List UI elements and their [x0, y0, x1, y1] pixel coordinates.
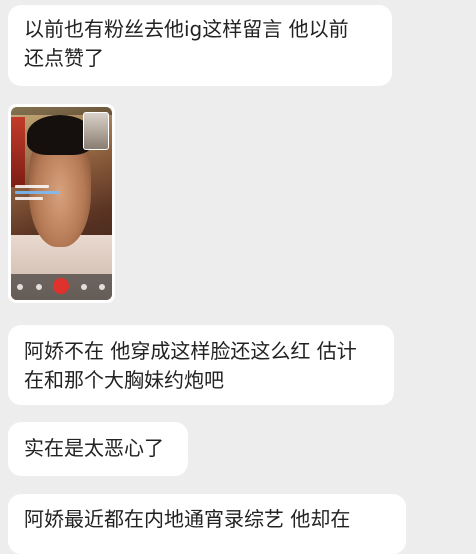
more-icon: [99, 284, 105, 290]
video-call-screenshot: [11, 107, 112, 300]
message-bubble[interactable]: 阿娇最近都在内地通宵录综艺 他却在: [8, 494, 406, 554]
pip-preview: [83, 112, 109, 150]
end-call-icon: [53, 278, 69, 294]
mute-icon: [36, 284, 42, 290]
camera-icon: [17, 284, 23, 290]
switch-camera-icon: [81, 284, 87, 290]
message-bubble[interactable]: 阿娇不在 他穿成这样脸还这么红 估计 在和那个大胸妹约炮吧: [8, 325, 394, 405]
call-controls: [11, 274, 112, 300]
image-message[interactable]: [8, 104, 115, 303]
chat-area: 以前也有粉丝去他ig这样留言 他以前 还点赞了 阿娇不在 他穿成这样脸还这么红 …: [0, 0, 476, 554]
message-bubble[interactable]: 以前也有粉丝去他ig这样留言 他以前 还点赞了: [8, 5, 392, 86]
caller-info: [15, 185, 75, 203]
background-decor: [11, 117, 25, 187]
message-bubble[interactable]: 实在是太恶心了: [8, 422, 188, 476]
